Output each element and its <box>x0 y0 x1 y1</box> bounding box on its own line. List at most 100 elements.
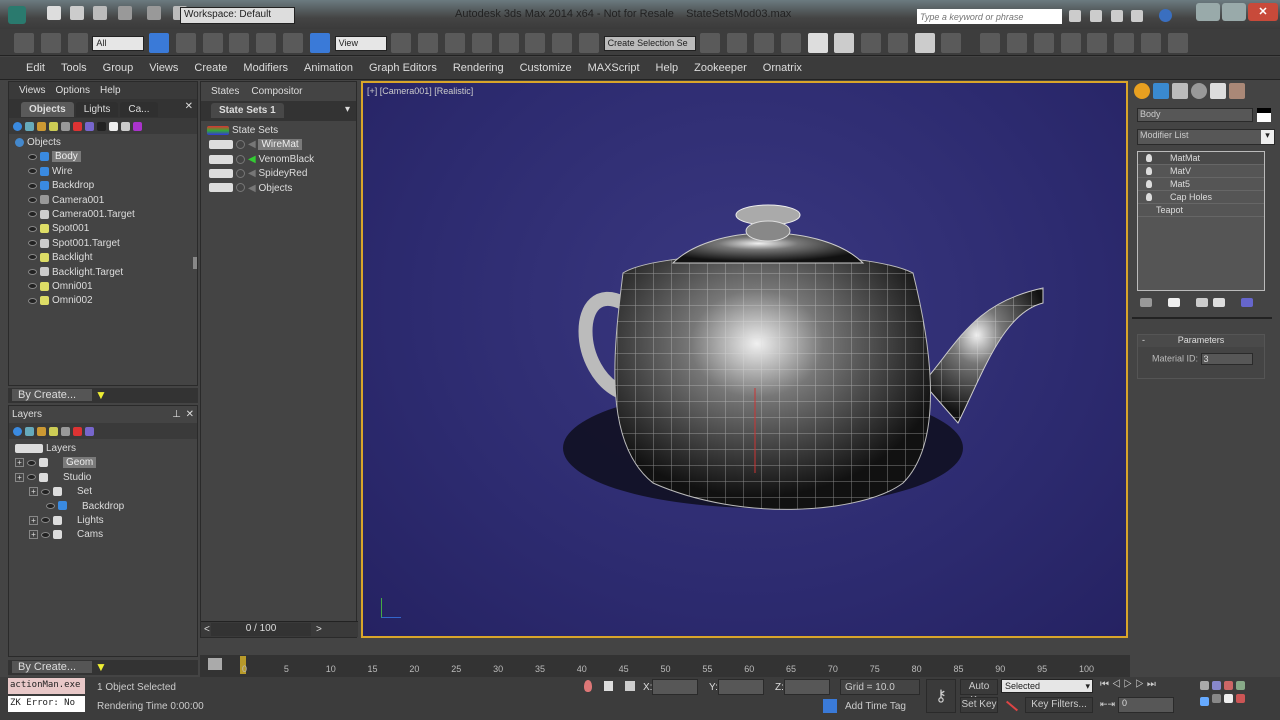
spinner-snap-icon[interactable] <box>552 33 573 53</box>
frame-slider[interactable]: < 0 / 100 > <box>201 621 358 637</box>
state-arrow-icon[interactable]: ◀ <box>248 168 256 179</box>
display-all-icon[interactable] <box>13 426 22 436</box>
tab-dropdown-icon[interactable]: ▾ <box>345 104 350 115</box>
track-bar[interactable]: 0 5 10 15 20 25 30 35 40 45 50 55 60 65 70 75 80 85 90 95 10… <box>200 655 1130 677</box>
menu-help[interactable]: Help <box>648 57 687 80</box>
spacewarps-filter-icon[interactable] <box>85 121 94 131</box>
frozen-filter-icon[interactable] <box>109 121 118 131</box>
rotate-icon[interactable] <box>283 33 304 53</box>
default-tangent-icon[interactable] <box>1005 700 1019 712</box>
layers-by-create-bar[interactable]: By Create... ▼ <box>8 660 198 675</box>
object-row[interactable]: Backlight <box>15 251 197 265</box>
move-icon[interactable] <box>256 33 277 53</box>
material-id-spinner[interactable]: 3 <box>1200 353 1253 365</box>
filter-funnel-icon[interactable]: ▼ <box>95 388 107 402</box>
modifier-stack-item[interactable]: MatMat <box>1138 152 1264 165</box>
visibility-eye-icon[interactable] <box>28 182 37 189</box>
remove-modifier-icon[interactable] <box>1213 297 1226 307</box>
maxscript-listener-mini[interactable]: actionMan.exe <box>8 678 85 694</box>
menu-graph-editors[interactable]: Graph Editors <box>361 57 445 80</box>
state-arrow-icon[interactable]: ◀ <box>248 154 256 165</box>
layer-manager-icon[interactable] <box>753 33 774 53</box>
menu-animation[interactable]: Animation <box>296 57 361 80</box>
render-production-icon[interactable] <box>941 33 962 53</box>
show-end-result-icon[interactable] <box>1167 297 1180 307</box>
state-row[interactable]: ◀ SpideyRed <box>207 167 356 181</box>
state-row[interactable]: ◀ Objects <box>207 182 356 196</box>
lightbulb-icon[interactable] <box>1146 180 1152 188</box>
keyframe-play-icon[interactable] <box>1140 33 1161 53</box>
modifier-stack-item[interactable]: Cap Holes <box>1138 191 1264 204</box>
layer-row[interactable]: + Geom <box>15 456 197 470</box>
modify-tab-icon[interactable] <box>1153 83 1169 99</box>
key-filters-button[interactable]: Key Filters... <box>1025 697 1093 713</box>
tab-cameras[interactable]: Ca... <box>120 102 158 117</box>
select-link-icon[interactable] <box>14 33 34 53</box>
object-row[interactable]: Omni002 <box>15 294 197 308</box>
snaps-toggle-icon[interactable] <box>471 33 492 53</box>
set-key-mode-button[interactable]: ⚷ <box>926 679 956 713</box>
expand-toggle-icon[interactable]: + <box>29 515 38 525</box>
z-coordinate-field[interactable] <box>784 679 830 695</box>
bones-filter-icon[interactable] <box>133 121 142 131</box>
key-mode-toggle-icon[interactable]: ⇤⇥ <box>1100 699 1115 710</box>
visibility-eye-icon[interactable] <box>28 297 37 304</box>
zoom-all-icon[interactable] <box>1212 680 1221 690</box>
current-frame-field[interactable]: 0 <box>1118 697 1174 713</box>
object-name-field[interactable]: Body <box>1137 108 1253 122</box>
sort-by-create-button[interactable]: By Create... <box>12 389 92 401</box>
state-radio-icon[interactable] <box>236 183 245 193</box>
state-radio-icon[interactable] <box>236 169 245 179</box>
pan-icon[interactable] <box>1224 694 1233 703</box>
lightbulb-icon[interactable] <box>1146 193 1152 201</box>
visibility-eye-icon[interactable] <box>28 225 37 232</box>
layer-row[interactable]: + Studio <box>15 471 197 485</box>
visibility-eye-icon[interactable] <box>41 531 50 538</box>
scrollbar[interactable] <box>193 257 197 269</box>
parameters-rollout-header[interactable]: - Parameters <box>1138 335 1264 347</box>
lightbulb-icon[interactable] <box>1146 167 1152 175</box>
menu-ornatrix[interactable]: Ornatrix <box>755 57 810 80</box>
visibility-eye-icon[interactable] <box>28 240 37 247</box>
pin-stack-icon[interactable] <box>1140 297 1152 307</box>
prev-frame-button[interactable]: < <box>204 624 210 635</box>
display-tab-icon[interactable] <box>1210 83 1226 99</box>
lights-filter-icon[interactable] <box>49 121 58 131</box>
reference-coord-dropdown[interactable]: View <box>334 35 387 51</box>
visibility-eye-icon[interactable] <box>28 268 37 275</box>
visibility-eye-icon[interactable] <box>27 459 36 466</box>
menu-create[interactable]: Create <box>186 57 235 80</box>
menu-group[interactable]: Group <box>95 57 142 80</box>
workspace-dropdown[interactable]: Workspace: Default <box>180 7 295 24</box>
object-row[interactable]: Body <box>15 150 197 164</box>
open-file-icon[interactable] <box>69 6 84 20</box>
make-unique-icon[interactable] <box>1195 297 1208 307</box>
menu-maxscript[interactable]: MAXScript <box>580 57 648 80</box>
visibility-eye-icon[interactable] <box>28 283 37 290</box>
environment-icon[interactable] <box>980 33 1001 53</box>
object-row[interactable]: Backlight.Target <box>15 266 197 280</box>
select-by-name-icon[interactable] <box>175 33 196 53</box>
object-row[interactable]: Wire <box>15 165 197 179</box>
scene-menu-options[interactable]: Options <box>56 85 90 96</box>
modifier-stack-item[interactable]: Teapot <box>1138 204 1264 217</box>
visibility-eye-icon[interactable] <box>28 211 37 218</box>
menu-edit[interactable]: Edit <box>18 57 53 80</box>
expand-toggle-icon[interactable]: + <box>15 472 24 482</box>
unlink-icon[interactable] <box>40 33 61 53</box>
scale-icon[interactable] <box>309 33 330 53</box>
particle-icon[interactable] <box>1087 33 1108 53</box>
object-row[interactable]: Spot001 <box>15 222 197 236</box>
y-coordinate-field[interactable] <box>718 679 764 695</box>
menu-states[interactable]: States <box>211 86 239 97</box>
motion-tab-icon[interactable] <box>1191 83 1207 99</box>
object-row[interactable]: Camera001 <box>15 194 197 208</box>
material-editor-icon[interactable] <box>861 33 882 53</box>
menu-customize[interactable]: Customize <box>512 57 580 80</box>
play-icon[interactable]: ▷ <box>1123 679 1132 690</box>
curve-editor-icon[interactable] <box>807 33 828 53</box>
redo-icon[interactable] <box>147 6 162 20</box>
tree-root[interactable]: Objects <box>15 136 197 150</box>
menu-rendering[interactable]: Rendering <box>445 57 512 80</box>
minimize-button[interactable] <box>1196 3 1220 21</box>
